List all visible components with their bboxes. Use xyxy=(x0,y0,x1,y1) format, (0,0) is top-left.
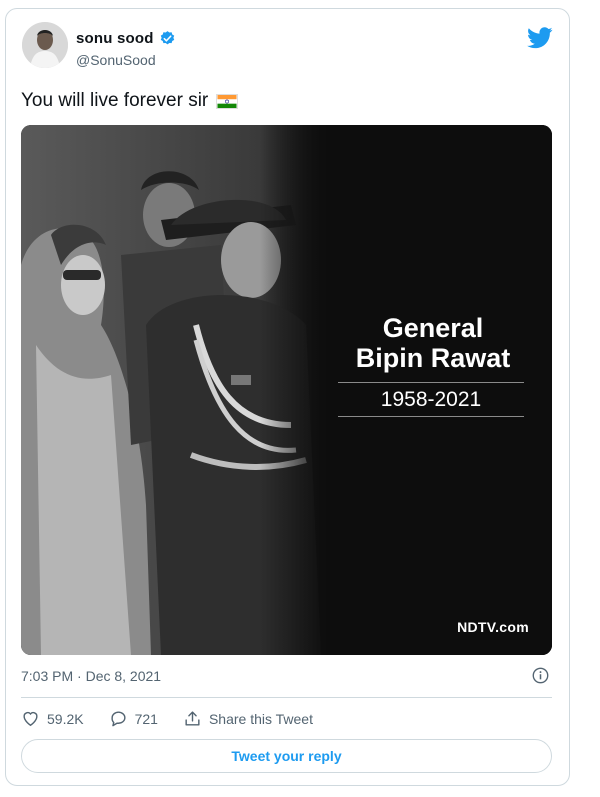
share-icon xyxy=(185,711,200,726)
divider-bottom xyxy=(338,416,524,417)
divider-top xyxy=(338,382,524,383)
verified-badge-icon xyxy=(160,31,174,45)
divider xyxy=(21,697,552,698)
reply-bubble-icon xyxy=(111,711,126,727)
action-bar: 59.2K 721 Share this Tweet xyxy=(21,709,338,728)
share-label: Share this Tweet xyxy=(208,710,313,727)
source-watermark: NDTV.com xyxy=(457,619,529,635)
years-label: 1958-2021 xyxy=(380,388,482,411)
tweet-media-image[interactable]: General Bipin Rawat 1958-2021 NDTV.com xyxy=(21,125,552,655)
tweet-reply-button[interactable]: Tweet your reply xyxy=(21,739,552,773)
info-icon[interactable] xyxy=(532,667,549,684)
tweet-timestamp[interactable]: 7:03 PM · Dec 8, 2021 xyxy=(21,668,161,684)
title-line-2: Bipin Rawat xyxy=(355,343,511,373)
tweet-text: You will live forever sir xyxy=(21,90,209,111)
tribute-title: General Bipin Rawat xyxy=(338,313,528,373)
author-handle[interactable]: @SonuSood xyxy=(76,52,156,68)
reply-button[interactable]: 721 xyxy=(109,709,158,728)
twitter-bird-icon[interactable] xyxy=(527,27,553,49)
india-flag-icon xyxy=(216,93,239,109)
title-line-1: General xyxy=(382,313,484,343)
share-button[interactable]: Share this Tweet xyxy=(183,709,313,728)
avatar[interactable] xyxy=(22,22,68,68)
heart-icon xyxy=(23,711,38,727)
like-count: 59.2K xyxy=(47,710,84,727)
like-button[interactable]: 59.2K xyxy=(21,709,84,728)
author-name[interactable]: sonu sood xyxy=(76,30,154,47)
reply-count: 721 xyxy=(134,710,158,727)
